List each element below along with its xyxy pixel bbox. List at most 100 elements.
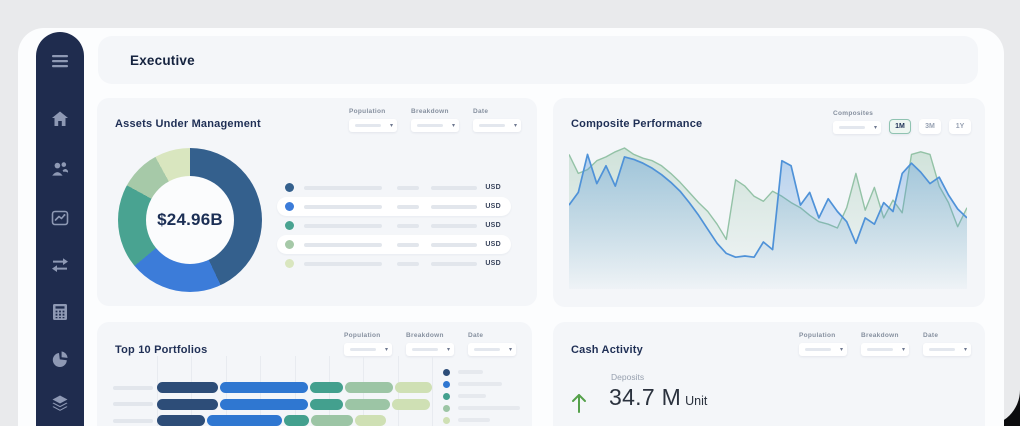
filter-label: Composites xyxy=(833,110,881,117)
legend-label-placeholder xyxy=(304,243,382,247)
header-bar: Executive xyxy=(98,36,978,84)
bar-segment xyxy=(157,382,218,393)
deposits-label: Deposits xyxy=(611,372,644,382)
home-icon[interactable] xyxy=(51,110,69,128)
bar-segment xyxy=(220,399,308,410)
chevron-down-icon: ▾ xyxy=(874,125,877,131)
aum-legend-row: USD xyxy=(277,235,511,254)
range-1m-button[interactable]: 1M xyxy=(889,119,911,134)
chart-icon[interactable] xyxy=(51,209,69,227)
currency-label: USD xyxy=(485,184,501,191)
filter-population: Population ▾ xyxy=(799,332,847,356)
bar-segment xyxy=(355,415,386,426)
calculator-icon[interactable] xyxy=(51,303,69,321)
menu-icon[interactable] xyxy=(51,52,69,70)
select-placeholder xyxy=(474,348,500,351)
bar-segment xyxy=(345,399,390,410)
legend-label-placeholder xyxy=(458,394,486,398)
legend-dot xyxy=(443,417,450,424)
breakdown-select[interactable]: ▾ xyxy=(411,119,459,132)
bar-segment xyxy=(207,415,282,426)
card-title: Assets Under Management xyxy=(115,118,261,130)
portfolio-label-placeholder xyxy=(113,386,153,390)
filter-composites: Composites ▾ xyxy=(833,110,881,134)
aum-legend-row: USD xyxy=(277,178,511,197)
filter-label: Date xyxy=(473,108,521,115)
portfolio-legend-row xyxy=(443,414,520,426)
legend-label-placeholder xyxy=(304,186,382,190)
select-placeholder xyxy=(417,124,443,127)
portfolio-bars xyxy=(113,382,442,426)
aum-legend-row: USD xyxy=(277,254,511,273)
dashboard-screen: Executive Assets Under Management Popula… xyxy=(0,0,1020,426)
card-cash-activity: Cash Activity Population ▾ Breakdown ▾ D… xyxy=(553,322,985,426)
portfolio-label-placeholder xyxy=(113,402,153,406)
population-select[interactable]: ▾ xyxy=(344,343,392,356)
legend-amount-placeholder xyxy=(431,243,477,247)
filter-population: Population ▾ xyxy=(344,332,392,356)
legend-label-placeholder xyxy=(458,382,502,386)
filter-date: Date ▾ xyxy=(473,108,521,132)
composites-select[interactable]: ▾ xyxy=(833,121,881,134)
select-placeholder xyxy=(839,126,865,129)
select-placeholder xyxy=(350,348,376,351)
currency-label: USD xyxy=(485,260,501,267)
transfer-arrows-icon[interactable] xyxy=(51,256,69,274)
filter-label: Population xyxy=(349,108,397,115)
select-placeholder xyxy=(929,348,955,351)
range-1y-button[interactable]: 1Y xyxy=(949,119,971,134)
legend-amount-placeholder xyxy=(431,186,477,190)
users-icon[interactable] xyxy=(51,160,69,178)
filter-breakdown: Breakdown ▾ xyxy=(406,332,454,356)
deposits-value: 34.7 M xyxy=(609,384,681,411)
legend-amount-placeholder xyxy=(431,205,477,209)
filter-breakdown: Breakdown ▾ xyxy=(861,332,909,356)
bar-segment xyxy=(157,399,218,410)
filter-label: Date xyxy=(923,332,971,339)
legend-amount-placeholder xyxy=(431,262,477,266)
composite-controls: Composites ▾ 1M 3M 1Y xyxy=(833,110,971,134)
breakdown-select[interactable]: ▾ xyxy=(861,343,909,356)
legend-dot xyxy=(285,221,294,230)
aum-donut-chart: $24.96B xyxy=(118,148,262,292)
filter-label: Population xyxy=(344,332,392,339)
portfolios-filters: Population ▾ Breakdown ▾ Date ▾ xyxy=(344,332,516,356)
pie-chart-icon[interactable] xyxy=(51,350,69,368)
filter-date: Date ▾ xyxy=(468,332,516,356)
aum-legend-row: USD xyxy=(277,197,511,216)
legend-label-placeholder xyxy=(458,370,483,374)
chevron-down-icon: ▾ xyxy=(902,347,905,353)
portfolio-label-placeholder xyxy=(113,419,153,423)
legend-dot xyxy=(285,183,294,192)
portfolio-legend-row xyxy=(443,366,520,378)
card-title: Cash Activity xyxy=(571,344,643,356)
legend-amount-placeholder xyxy=(431,224,477,228)
range-3m-button[interactable]: 3M xyxy=(919,119,941,134)
select-placeholder xyxy=(479,124,505,127)
legend-dot xyxy=(285,202,294,211)
legend-value-placeholder xyxy=(397,262,419,266)
chevron-down-icon: ▾ xyxy=(840,347,843,353)
currency-label: USD xyxy=(485,203,501,210)
currency-label: USD xyxy=(485,241,501,248)
filter-label: Population xyxy=(799,332,847,339)
composite-chart-svg xyxy=(569,144,967,289)
date-select[interactable]: ▾ xyxy=(473,119,521,132)
date-select[interactable]: ▾ xyxy=(468,343,516,356)
composite-line-chart xyxy=(569,144,967,289)
sidebar xyxy=(36,32,84,426)
filter-date: Date ▾ xyxy=(923,332,971,356)
layers-icon[interactable] xyxy=(51,394,69,412)
select-placeholder xyxy=(412,348,438,351)
trend-up-arrow-icon xyxy=(570,392,588,414)
population-select[interactable]: ▾ xyxy=(349,119,397,132)
chevron-down-icon: ▾ xyxy=(509,347,512,353)
portfolio-legend xyxy=(443,366,520,426)
legend-value-placeholder xyxy=(397,186,419,190)
cash-filters: Population ▾ Breakdown ▾ Date ▾ xyxy=(799,332,971,356)
legend-value-placeholder xyxy=(397,205,419,209)
breakdown-select[interactable]: ▾ xyxy=(406,343,454,356)
population-select[interactable]: ▾ xyxy=(799,343,847,356)
portfolio-bar-row xyxy=(113,382,442,393)
date-select[interactable]: ▾ xyxy=(923,343,971,356)
